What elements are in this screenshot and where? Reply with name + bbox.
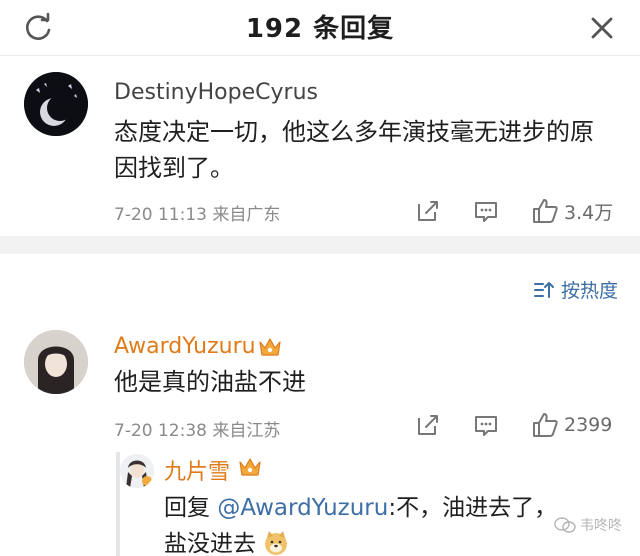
- comment-icon: [475, 202, 497, 222]
- repost-icon: [418, 415, 438, 435]
- comment-username[interactable]: DestinyHopeCyrus: [114, 80, 318, 105]
- header-bar: 192 条回复: [0, 0, 640, 56]
- avatar[interactable]: [24, 72, 88, 136]
- close-icon[interactable]: [584, 10, 620, 46]
- comment-username[interactable]: AwardYuzuru: [114, 334, 256, 359]
- sort-label: 按热度: [560, 280, 618, 302]
- like-button[interactable]: 3.4万: [530, 196, 613, 226]
- reply-prefix: 回复: [164, 495, 218, 521]
- like-count: 2399: [564, 414, 613, 436]
- comment-meta: 7-20 11:13 来自广东: [114, 205, 281, 225]
- mention-link[interactable]: @AwardYuzuru: [217, 495, 388, 521]
- reply-text: 回复 @AwardYuzuru:不，油进去了，盐没进去: [164, 490, 564, 556]
- thumbs-up-icon: [533, 413, 558, 437]
- wechat-logo-icon: [554, 517, 576, 533]
- doge-emoji: [265, 531, 288, 555]
- comment-icon: [475, 416, 497, 436]
- avatar[interactable]: [24, 330, 88, 394]
- like-button[interactable]: 2399: [530, 410, 612, 440]
- page-title: 192 条回复: [245, 14, 395, 44]
- repost-icon: [418, 201, 438, 221]
- comment-text: 态度决定一切，他这么多年演技毫无进步的原因找到了。: [114, 118, 594, 182]
- sort-by-hot-button[interactable]: 按热度: [533, 276, 618, 303]
- repost-button[interactable]: [414, 410, 442, 440]
- vip-crown-icon: [258, 336, 281, 358]
- repost-button[interactable]: [414, 196, 442, 226]
- vip-crown-icon: [238, 456, 261, 478]
- comment-meta: 7-20 12:38 来自江苏: [114, 421, 281, 441]
- thumbs-up-icon: [533, 199, 558, 223]
- reply-username[interactable]: 九片雪: [164, 454, 230, 486]
- comment-button[interactable]: [472, 196, 500, 226]
- comment-button[interactable]: [472, 410, 500, 440]
- like-count: 3.4万: [564, 201, 614, 224]
- sort-icon: [533, 281, 554, 298]
- watermark-text: 韦咚咚: [580, 518, 622, 534]
- avatar[interactable]: [120, 454, 154, 488]
- comment-text: 他是真的油盐不进: [114, 368, 306, 396]
- watermark: 韦咚咚: [554, 515, 622, 535]
- section-divider: [0, 236, 640, 254]
